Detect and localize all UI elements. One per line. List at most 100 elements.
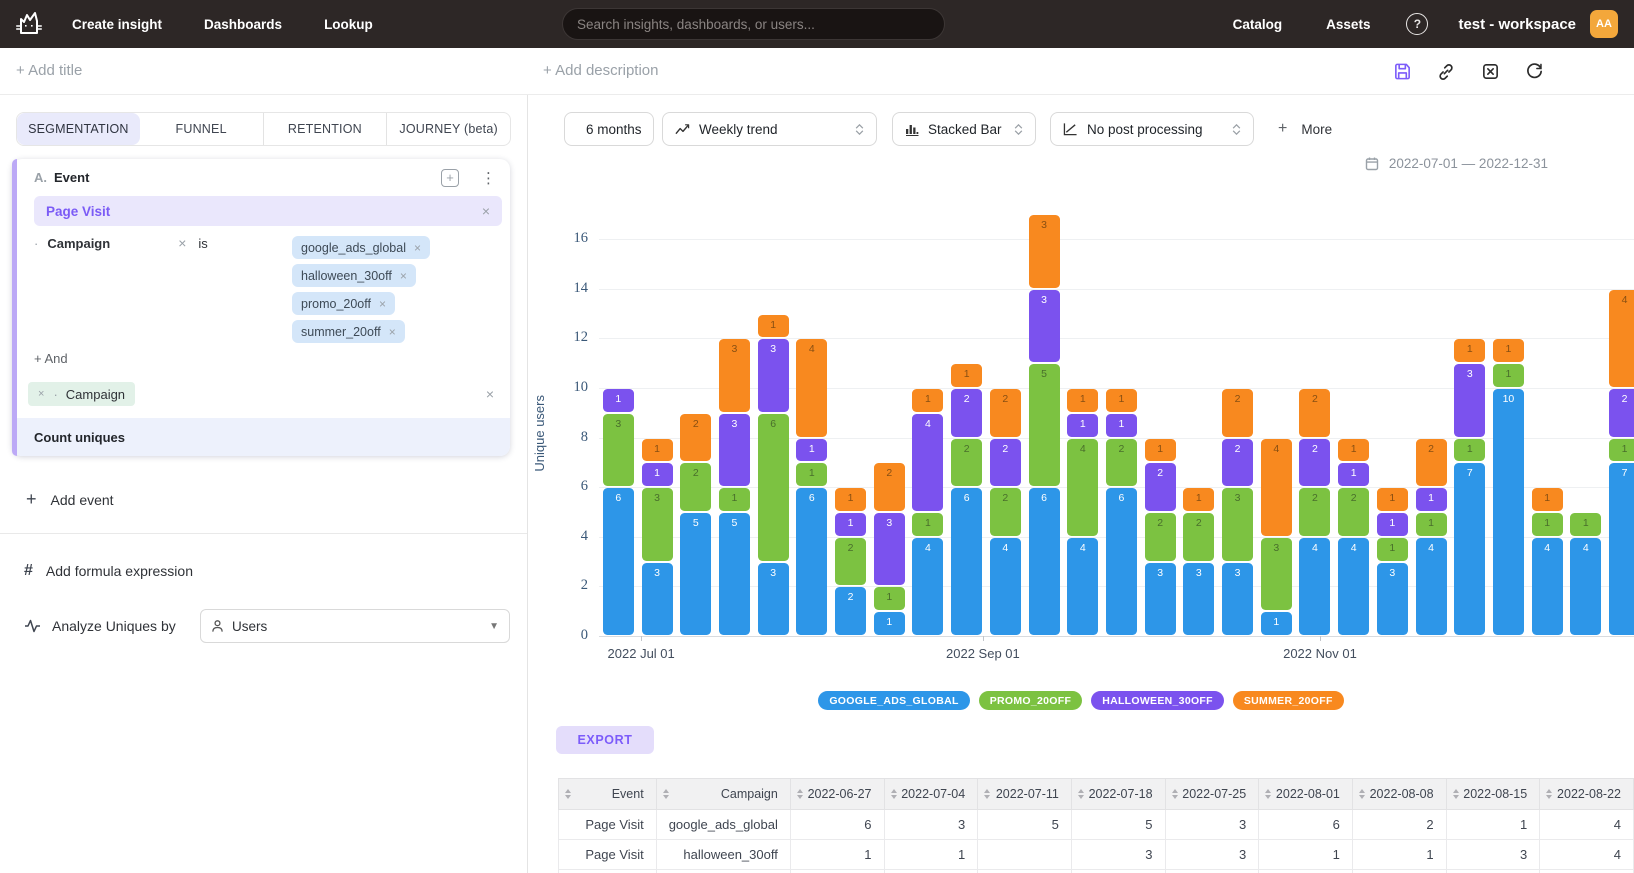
bar-segment-halloween_30off[interactable]: 1 [1416, 488, 1447, 511]
nav-catalog[interactable]: Catalog [1231, 11, 1285, 38]
bar-segment-summer_20off[interactable]: 1 [758, 315, 789, 338]
bar-segment-summer_20off[interactable]: 4 [796, 339, 827, 436]
bar-segment-summer_20off[interactable]: 2 [1299, 389, 1330, 437]
bar-segment-halloween_30off[interactable]: 1 [835, 513, 866, 536]
bar-segment-halloween_30off[interactable]: 3 [758, 339, 789, 411]
aggregation-label[interactable]: Count uniques [34, 430, 125, 445]
nav-create-insight[interactable]: Create insight [70, 11, 164, 38]
legend-pill[interactable]: PROMO_20OFF [979, 691, 1082, 710]
bar-segment-halloween_30off[interactable]: 2 [951, 389, 982, 437]
bar-segment-promo_20off[interactable]: 2 [680, 463, 711, 511]
bar-segment-halloween_30off[interactable]: 4 [912, 414, 943, 511]
sort-icon[interactable] [891, 789, 897, 799]
column-header[interactable]: Event [559, 779, 657, 810]
filter-operator[interactable]: is [198, 236, 207, 343]
bar-segment-promo_20off[interactable]: 3 [1222, 488, 1253, 560]
bar-segment-halloween_30off[interactable]: 2 [990, 439, 1021, 487]
bar-segment-summer_20off[interactable]: 3 [1029, 215, 1060, 287]
close-icon[interactable]: × [389, 326, 396, 338]
bar-segment-google_ads_global[interactable]: 1 [874, 612, 905, 635]
refresh-icon[interactable] [1524, 62, 1544, 82]
tab-funnel[interactable]: FUNNEL [140, 113, 263, 145]
bar-segment-summer_20off[interactable]: 2 [1222, 389, 1253, 437]
bar-segment-promo_20off[interactable]: 6 [758, 414, 789, 561]
bar-segment-summer_20off[interactable]: 1 [1454, 339, 1485, 362]
close-icon[interactable]: × [38, 389, 44, 400]
bar-segment-halloween_30off[interactable]: 2 [1222, 439, 1253, 487]
bar-segment-promo_20off[interactable]: 2 [990, 488, 1021, 536]
bar-segment-summer_20off[interactable]: 3 [719, 339, 750, 411]
bar-segment-promo_20off[interactable]: 2 [835, 538, 866, 586]
global-search[interactable] [562, 8, 945, 40]
column-header[interactable]: Campaign [656, 779, 790, 810]
clear-icon[interactable] [1480, 62, 1500, 82]
bar-segment-promo_20off[interactable]: 1 [1570, 513, 1601, 536]
bar-segment-summer_20off[interactable]: 2 [990, 389, 1021, 437]
add-formula-button[interactable]: # Add formula expression [24, 562, 193, 580]
tab-journey[interactable]: JOURNEY (beta) [386, 113, 510, 145]
add-event-button[interactable]: + Add event [26, 489, 114, 510]
aggregation-row[interactable]: Count uniques [12, 418, 510, 456]
close-icon[interactable]: × [414, 242, 421, 254]
analyze-by-select[interactable]: Users ▼ [200, 609, 510, 643]
cat-logo-icon[interactable] [12, 7, 46, 41]
column-header[interactable]: 2022-07-25 [1165, 779, 1259, 810]
bar-segment-promo_20off[interactable]: 1 [1493, 364, 1524, 387]
filter-property[interactable]: Campaign [47, 236, 110, 343]
bar-segment-google_ads_global[interactable]: 5 [680, 513, 711, 635]
bar-segment-promo_20off[interactable]: 1 [1377, 538, 1408, 561]
bar-segment-promo_20off[interactable]: 1 [1609, 439, 1634, 462]
bar-segment-promo_20off[interactable]: 1 [912, 513, 943, 536]
bar-segment-summer_20off[interactable]: 1 [1377, 488, 1408, 511]
add-and-condition[interactable]: + And [12, 343, 72, 366]
bar-segment-google_ads_global[interactable]: 7 [1454, 463, 1485, 635]
close-icon[interactable]: × [486, 387, 494, 401]
bar-segment-google_ads_global[interactable]: 4 [1570, 538, 1601, 635]
bar-segment-google_ads_global[interactable]: 1 [1261, 612, 1292, 635]
bar-segment-promo_20off[interactable]: 1 [874, 587, 905, 610]
bar-segment-summer_20off[interactable]: 4 [1609, 290, 1634, 387]
bar-segment-google_ads_global[interactable]: 3 [1222, 563, 1253, 635]
sort-icon[interactable] [1078, 789, 1084, 799]
bar-segment-summer_20off[interactable]: 2 [680, 414, 711, 462]
bar-segment-halloween_30off[interactable]: 1 [796, 439, 827, 462]
bar-segment-google_ads_global[interactable]: 6 [951, 488, 982, 635]
tab-retention[interactable]: RETENTION [263, 113, 387, 145]
column-header[interactable]: 2022-07-18 [1071, 779, 1165, 810]
close-icon[interactable]: × [178, 236, 186, 343]
bar-segment-summer_20off[interactable]: 1 [951, 364, 982, 387]
bar-segment-summer_20off[interactable]: 2 [1416, 439, 1447, 487]
bar-segment-halloween_30off[interactable]: 3 [1454, 364, 1485, 436]
export-button[interactable]: EXPORT [556, 726, 654, 754]
bar-segment-google_ads_global[interactable]: 4 [1067, 538, 1098, 635]
bar-segment-summer_20off[interactable]: 1 [1493, 339, 1524, 362]
bar-segment-halloween_30off[interactable]: 2 [1299, 439, 1330, 487]
close-icon[interactable]: × [482, 204, 490, 218]
bar-segment-summer_20off[interactable]: 1 [1106, 389, 1137, 412]
breakdown-chip[interactable]: × · Campaign [28, 382, 135, 406]
avatar[interactable]: AA [1590, 10, 1618, 38]
legend-pill[interactable]: SUMMER_20OFF [1233, 691, 1344, 710]
bar-segment-promo_20off[interactable]: 2 [1106, 439, 1137, 487]
event-name[interactable]: Page Visit [46, 204, 110, 219]
bar-segment-google_ads_global[interactable]: 4 [912, 538, 943, 635]
bar-segment-google_ads_global[interactable]: 3 [758, 563, 789, 635]
bar-segment-promo_20off[interactable]: 2 [951, 439, 982, 487]
bar-segment-promo_20off[interactable]: 2 [1299, 488, 1330, 536]
bar-segment-promo_20off[interactable]: 1 [719, 488, 750, 511]
close-icon[interactable]: × [400, 270, 407, 282]
filter-value-chip[interactable]: summer_20off× [292, 320, 405, 343]
bar-segment-halloween_30off[interactable]: 3 [719, 414, 750, 486]
search-input[interactable] [577, 17, 930, 32]
bar-segment-google_ads_global[interactable]: 4 [1338, 538, 1369, 635]
bar-segment-google_ads_global[interactable]: 4 [1416, 538, 1447, 635]
sort-icon[interactable] [984, 789, 990, 799]
bar-segment-promo_20off[interactable]: 1 [1532, 513, 1563, 536]
bar-segment-promo_20off[interactable]: 2 [1183, 513, 1214, 561]
column-header[interactable]: 2022-08-01 [1259, 779, 1353, 810]
tab-segmentation[interactable]: SEGMENTATION [17, 113, 140, 145]
bar-segment-summer_20off[interactable]: 1 [1145, 439, 1176, 462]
bar-segment-promo_20off[interactable]: 2 [1338, 488, 1369, 536]
column-header[interactable]: 2022-08-15 [1446, 779, 1540, 810]
bar-segment-promo_20off[interactable]: 4 [1067, 439, 1098, 536]
